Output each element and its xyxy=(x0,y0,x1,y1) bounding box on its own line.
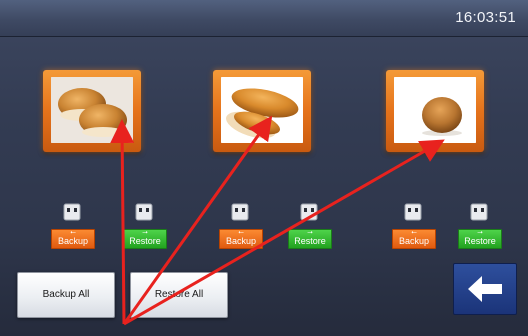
usb-drive-icon xyxy=(298,200,320,222)
usb-drive-icon xyxy=(468,200,490,222)
restore-button-3[interactable]: ⭢ Restore xyxy=(458,229,502,249)
restore-all-button[interactable]: Restore All xyxy=(130,272,228,318)
usb-drive-icon xyxy=(229,200,251,222)
bread-tile-2[interactable] xyxy=(213,70,311,152)
backup-label: Backup xyxy=(57,236,89,246)
clock: 16:03:51 xyxy=(455,9,516,26)
restore-button-2[interactable]: ⭢ Restore xyxy=(288,229,332,249)
usb-symbol-icon: ⭠ xyxy=(411,229,417,236)
bread-tile-1[interactable] xyxy=(43,70,141,152)
bread-image-2 xyxy=(221,77,303,143)
restore-button-1[interactable]: ⭢ Restore xyxy=(123,229,167,249)
backup-label: Backup xyxy=(225,236,257,246)
bread-tile-3[interactable] xyxy=(386,70,484,152)
restore-label: Restore xyxy=(294,236,326,246)
usb-symbol-icon: ⭢ xyxy=(477,229,483,236)
usb-symbol-icon: ⭠ xyxy=(238,229,244,236)
usb-symbol-icon: ⭢ xyxy=(307,229,313,236)
usb-drive-icon xyxy=(61,200,83,222)
backup-button-3[interactable]: ⭠ Backup xyxy=(392,229,436,249)
bread-image-1 xyxy=(51,77,133,143)
restore-label: Restore xyxy=(464,236,496,246)
bottom-toolbar: Backup All Restore All xyxy=(0,258,528,330)
back-button[interactable] xyxy=(453,263,517,315)
arrow-left-icon xyxy=(468,276,502,302)
usb-drive-icon xyxy=(133,200,155,222)
backup-all-button[interactable]: Backup All xyxy=(17,272,115,318)
main-screen: 16:03:51 ⭠ Backup ⭢ Restore ⭠ Backup ⭢ R… xyxy=(0,0,528,336)
backup-label: Backup xyxy=(398,236,430,246)
usb-drive-icon xyxy=(402,200,424,222)
usb-symbol-icon: ⭠ xyxy=(70,229,76,236)
bread-image-3 xyxy=(394,77,476,143)
usb-symbol-icon: ⭢ xyxy=(142,229,148,236)
status-bar: 16:03:51 xyxy=(0,0,528,37)
backup-button-1[interactable]: ⭠ Backup xyxy=(51,229,95,249)
restore-label: Restore xyxy=(129,236,161,246)
backup-button-2[interactable]: ⭠ Backup xyxy=(219,229,263,249)
